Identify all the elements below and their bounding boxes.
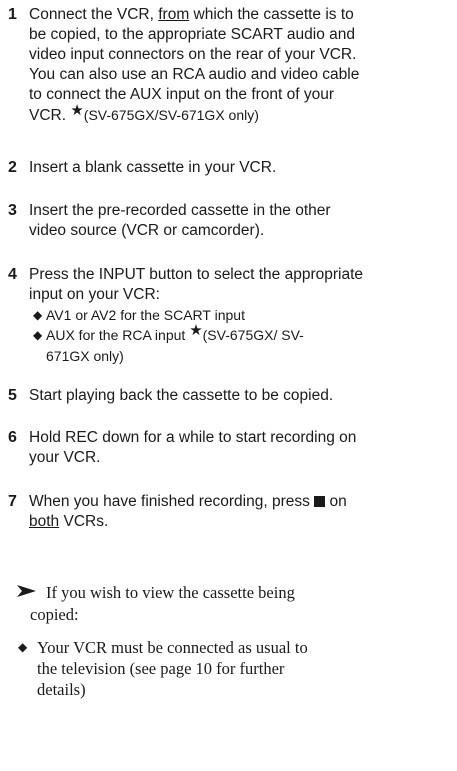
- step-text: Insert a blank cassette in your VCR.: [29, 159, 277, 176]
- step-text: Press the INPUT button to select the app…: [29, 265, 454, 366]
- diamond-icon: ◆: [18, 640, 28, 654]
- diamond-icon: ◆: [33, 308, 43, 322]
- step-text: Hold REC down for a while to start recor…: [29, 429, 357, 466]
- step-text: Connect the VCR, from which the cassette…: [29, 6, 360, 124]
- step-text: Start playing back the cassette to be co…: [29, 387, 334, 404]
- step-number: 4: [8, 266, 17, 283]
- step-number: 3: [8, 202, 17, 219]
- step-number: 1: [8, 6, 17, 23]
- star-icon: ★: [70, 102, 84, 119]
- note-text: If you wish to view the cassette being: [46, 583, 295, 602]
- step-text: When you have finished recording, press …: [29, 493, 347, 530]
- star-icon: ★: [189, 322, 203, 339]
- arrow-right-icon: [17, 585, 36, 597]
- bullet-item: ◆ AUX for the RCA input ★(SV-675GX/ SV- 67…: [33, 322, 304, 364]
- note-text: copied:: [30, 605, 79, 624]
- note: If you wish to view the cassette being c…: [16, 582, 446, 626]
- note-bullet-text: Your VCR must be connected as usual to t…: [37, 638, 308, 699]
- note-bullet: ◆ Your VCR must be connected as usual to…: [18, 637, 438, 700]
- step-text: Insert the pre-recorded cassette in the …: [29, 202, 331, 239]
- step-number: 7: [8, 493, 17, 510]
- stop-icon: [314, 496, 326, 507]
- step-number: 2: [8, 159, 17, 176]
- bullet-item: ◆ AV1 or AV2 for the SCART input: [33, 307, 245, 323]
- step-number: 6: [8, 429, 17, 446]
- diamond-icon: ◆: [33, 328, 43, 342]
- step-number: 5: [8, 387, 17, 404]
